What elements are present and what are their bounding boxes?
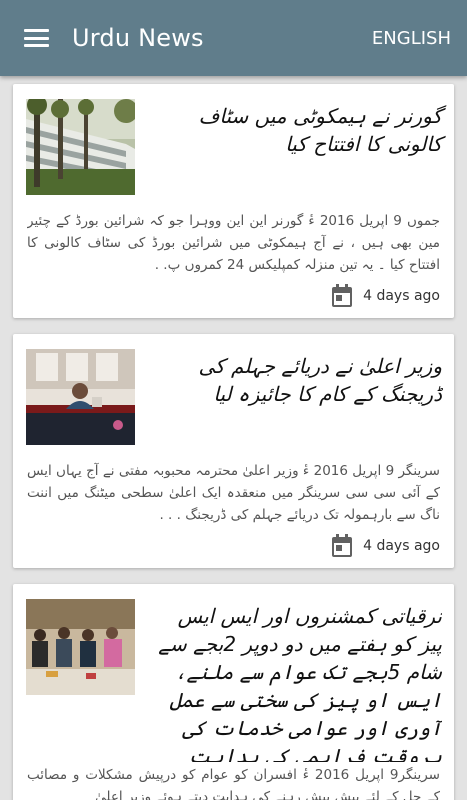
news-headline[interactable]: نرقیاتی کمشنروں اور ایس ایس پیز کو ہفتے … — [152, 602, 442, 762]
news-headline[interactable]: وزیر اعلیٰ نے دریائے جہلم کی ڈریجنگ کے ک… — [152, 352, 443, 418]
app-bar: Urdu News ENGLISH — [0, 0, 467, 76]
calendar-icon — [332, 534, 353, 557]
news-time-label: 4 days ago — [363, 538, 440, 554]
news-summary: سرینگر9 اپریل 2016 ءٔ افسران کو عوام کو … — [27, 767, 440, 800]
english-language-button[interactable]: ENGLISH — [364, 28, 467, 49]
news-summary: جموں 9 اپریل 2016 ءٔ گورنر این این ووہرا… — [27, 213, 440, 273]
news-thumbnail-image — [26, 599, 135, 695]
news-thumbnail-image — [26, 99, 135, 195]
news-card[interactable]: نرقیاتی کمشنروں اور ایس ایس پیز کو ہفتے … — [13, 584, 454, 800]
news-card[interactable]: گورنر نے ہیمکوٹی میں سٹاف کالونی کا افتت… — [13, 84, 454, 318]
news-timestamp: 4 days ago — [331, 284, 440, 308]
app-title: Urdu News — [72, 24, 204, 52]
news-feed[interactable]: گورنر نے ہیمکوٹی میں سٹاف کالونی کا افتت… — [0, 76, 467, 800]
news-thumbnail-image — [26, 349, 135, 445]
news-time-label: 4 days ago — [363, 288, 440, 304]
news-timestamp: 4 days ago — [331, 534, 440, 558]
news-summary: سرینگر 9 اپریل 2016 ءٔ وزیر اعلیٰ محترمہ… — [27, 463, 440, 523]
hamburger-menu-icon — [23, 29, 49, 47]
menu-button[interactable] — [0, 0, 72, 76]
news-card[interactable]: وزیر اعلیٰ نے دریائے جہلم کی ڈریجنگ کے ک… — [13, 334, 454, 568]
news-headline[interactable]: گورنر نے ہیمکوٹی میں سٹاف کالونی کا افتت… — [152, 102, 442, 168]
calendar-icon — [332, 284, 353, 307]
